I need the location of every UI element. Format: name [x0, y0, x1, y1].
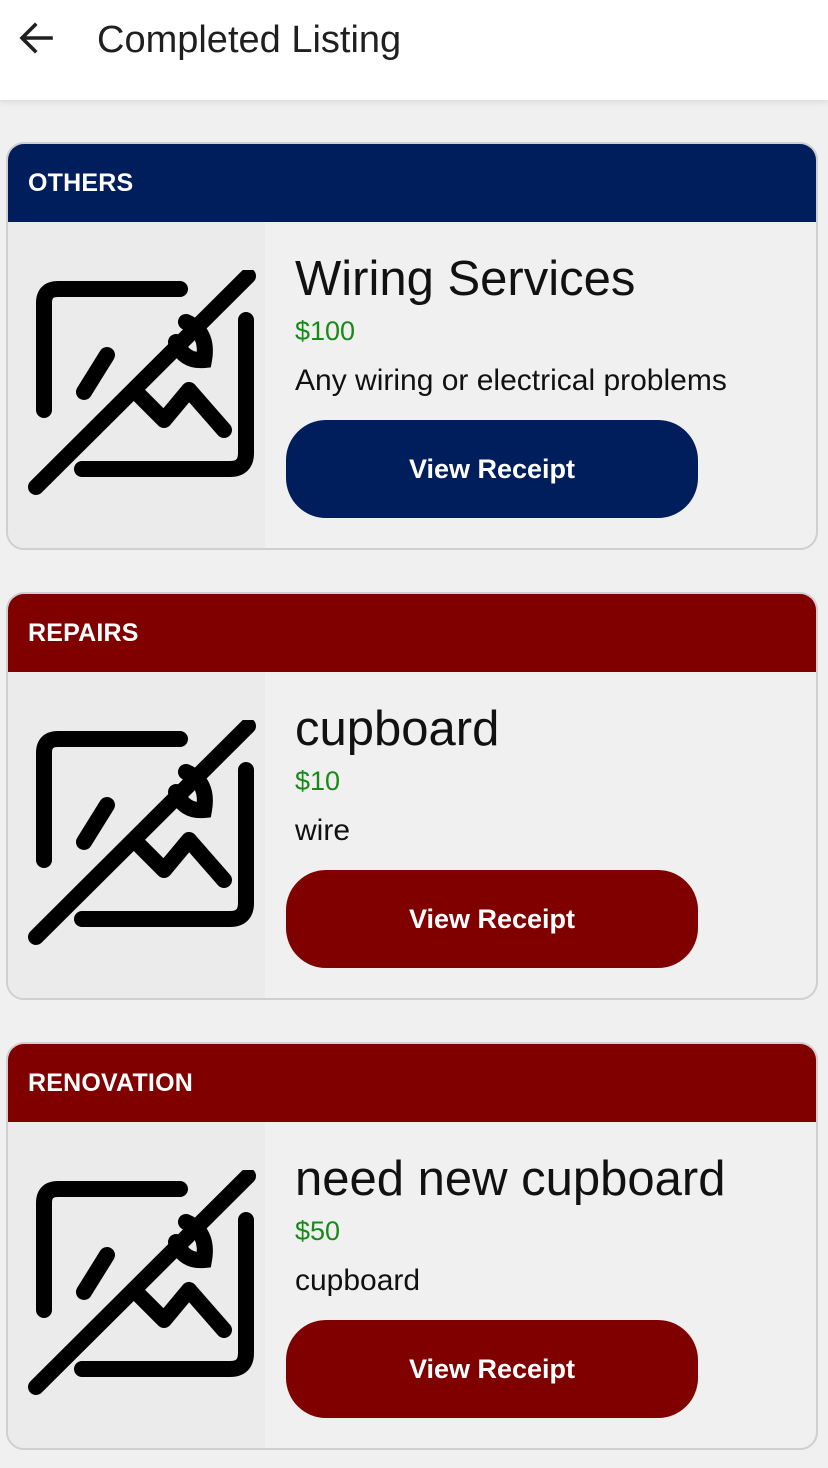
listing-thumbnail [8, 222, 265, 548]
card-header: OTHERS [8, 144, 816, 222]
listing-card: REPAIRS cupboard $10 wire View Receipt [6, 592, 818, 1000]
listing-title: Wiring Services [295, 252, 636, 306]
listing-description: cupboard [295, 1264, 421, 1297]
listing-price: $10 [295, 766, 341, 796]
listing-description: wire [295, 814, 351, 847]
view-receipt-button[interactable]: View Receipt [286, 870, 698, 968]
category-label: RENOVATION [28, 1068, 193, 1097]
listing-card: OTHERS Wiring Services $100 Any wiring o… [6, 142, 818, 550]
category-label: OTHERS [28, 168, 134, 197]
category-label: REPAIRS [28, 618, 139, 647]
listing-price: $50 [295, 1216, 341, 1246]
listing-title: need new cupboard [295, 1152, 726, 1206]
card-header: RENOVATION [8, 1044, 816, 1122]
view-receipt-button[interactable]: View Receipt [286, 1320, 698, 1418]
back-button[interactable] [10, 14, 62, 66]
arrow-left-icon [18, 20, 54, 61]
listing-description: Any wiring or electrical problems [295, 364, 727, 397]
listing-card: RENOVATION need new cupboard $50 cupboar… [6, 1042, 818, 1450]
app-bar: Completed Listing [0, 0, 828, 100]
view-receipt-button[interactable]: View Receipt [286, 420, 698, 518]
listing-price: $100 [295, 316, 356, 346]
listing-title: cupboard [295, 702, 500, 756]
page-title: Completed Listing [97, 19, 402, 61]
listing-thumbnail [8, 1122, 265, 1448]
listing-thumbnail [8, 672, 265, 998]
card-header: REPAIRS [8, 594, 816, 672]
